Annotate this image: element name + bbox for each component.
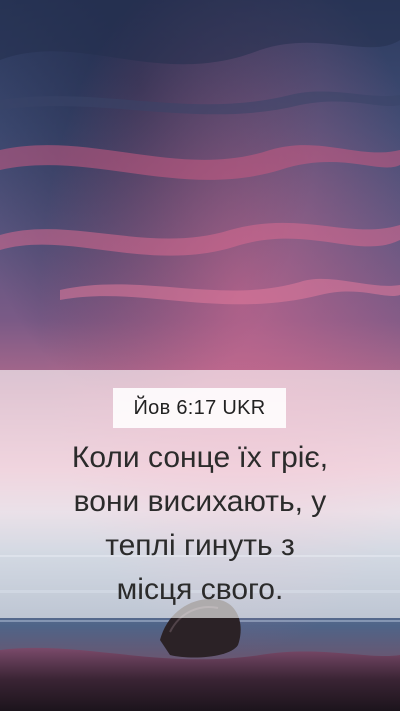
verse-line: місця свого. xyxy=(116,573,284,606)
verse-reference: Йов 6:17 UKR xyxy=(133,396,266,419)
verse-line: Коли сонце їх гріє, xyxy=(71,441,329,474)
verse-line: теплі гинуть з xyxy=(105,529,295,562)
verse-image: Йов 6:17 UKR Коли сонце їх гріє, вони ви… xyxy=(0,0,400,711)
reference-badge: Йов 6:17 UKR xyxy=(113,388,286,428)
verse-line: вони висихають, у xyxy=(73,485,327,518)
verse-text: Коли сонце їх гріє, вони висихають, у те… xyxy=(12,436,388,612)
